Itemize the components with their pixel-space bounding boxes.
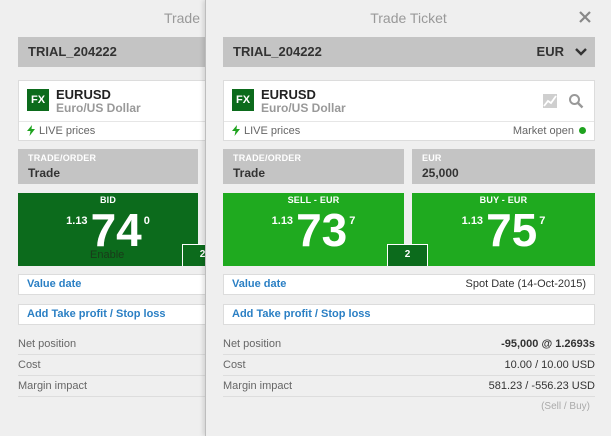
bid-price: 1.1374 0: [18, 207, 198, 253]
trade-order-label: TRADE/ORDER: [233, 153, 302, 163]
price-fraction: 0: [143, 215, 150, 227]
instrument-name: Euro/US Dollar: [56, 101, 141, 115]
price-prefix: 1.13: [461, 215, 484, 227]
price-prefix: 1.13: [271, 215, 294, 227]
net-position-value: -95,000 @ 1.2693s: [501, 334, 595, 355]
price-big-digits: 73: [296, 204, 348, 256]
back-value-date-row[interactable]: Value date: [18, 274, 205, 295]
spread-badge: 2: [387, 244, 428, 266]
account-selector[interactable]: TRIAL_204222 EUR: [223, 37, 595, 67]
amount-value: 25,000: [422, 166, 459, 180]
divider: [224, 121, 594, 122]
net-position-row: Net position -95,000 @ 1.2693s: [223, 334, 595, 355]
trade-ticket-title: Trade Ticket: [370, 10, 447, 26]
close-icon[interactable]: [577, 9, 593, 25]
tp-sl-label: Add Take profit / Stop loss: [232, 308, 371, 320]
price-fraction: 7: [349, 215, 356, 227]
back-account-selector[interactable]: TRIAL_204222: [18, 37, 205, 67]
sell-buy-footnote: (Sell / Buy): [541, 401, 590, 412]
back-cost-row: Cost: [18, 355, 205, 376]
add-tp-sl-link[interactable]: Add Take profit / Stop loss: [223, 304, 595, 325]
account-id: TRIAL_204222: [233, 44, 322, 59]
amount-currency-label: EUR: [422, 153, 442, 163]
instrument-name: Euro/US Dollar: [261, 101, 346, 115]
account-currency: EUR: [536, 44, 564, 59]
value-date-label: Value date: [232, 278, 287, 290]
market-status-label: Market open: [512, 125, 574, 137]
value-date-value: Spot Date (14-Oct-2015): [465, 278, 586, 290]
bid-price-button[interactable]: BID 1.1374 0 Enable: [18, 193, 198, 266]
trade-order-value: Trade: [28, 166, 61, 180]
chart-icon[interactable]: [542, 93, 558, 109]
value-date-row[interactable]: Value date Spot Date (14-Oct-2015): [223, 274, 595, 295]
trade-order-selector[interactable]: TRADE/ORDER Trade: [223, 149, 404, 184]
trade-order-label: TRADE/ORDER: [28, 153, 97, 163]
background-trade-panel: Trade TRIAL_204222 FX EURUSD Euro/US Dol…: [0, 0, 205, 436]
value-date-label: Value date: [27, 278, 82, 290]
margin-impact-label: Margin impact: [223, 380, 293, 392]
sell-price: 1.1373 7: [223, 207, 404, 253]
tp-sl-label: Add Take profit / Stop loss: [27, 308, 166, 320]
lightning-icon: [232, 125, 240, 136]
net-position-label: Net position: [223, 338, 282, 350]
sell-button[interactable]: SELL - EUR 1.1373 7: [223, 193, 404, 266]
back-add-tp-sl-link[interactable]: Add Take profit / Stop loss: [18, 304, 205, 325]
amount-input[interactable]: EUR 25,000: [412, 149, 595, 184]
margin-impact-row: Margin impact 581.23 / -556.23 USD: [223, 376, 595, 397]
fx-badge-icon: FX: [27, 89, 49, 111]
chevron-down-icon: [575, 48, 587, 56]
instrument-symbol: EURUSD: [56, 87, 111, 102]
price-big-digits: 75: [486, 204, 538, 256]
divider: [19, 121, 205, 122]
buy-button[interactable]: BUY - EUR 1.1375 7: [412, 193, 595, 266]
back-spread-badge: 2: [182, 244, 205, 266]
trade-order-value: Trade: [233, 166, 266, 180]
live-prices-indicator: LIVE prices: [232, 125, 300, 137]
margin-impact-value: 581.23 / -556.23 USD: [488, 380, 595, 392]
instrument-card[interactable]: FX EURUSD Euro/US Dollar LIVE prices Mar…: [223, 80, 595, 141]
instrument-symbol: EURUSD: [261, 87, 316, 102]
cost-row: Cost 10.00 / 10.00 USD: [223, 355, 595, 376]
lightning-icon: [27, 125, 35, 136]
trade-ticket-panel: Trade Ticket TRIAL_204222 EUR FX EURUSD …: [205, 0, 611, 436]
live-prices-label: LIVE prices: [244, 125, 301, 137]
back-instrument-card[interactable]: FX EURUSD Euro/US Dollar LIVE prices: [18, 80, 205, 141]
live-prices-indicator: LIVE prices: [27, 125, 95, 137]
live-prices-label: LIVE prices: [39, 125, 96, 137]
price-prefix: 1.13: [66, 215, 88, 227]
enable-label: Enable: [90, 249, 125, 261]
cost-value: 10.00 / 10.00 USD: [504, 359, 595, 371]
search-icon[interactable]: [568, 93, 584, 109]
fx-badge-icon: FX: [232, 89, 254, 111]
back-margin-impact-row: Margin impact: [18, 376, 205, 397]
status-dot-icon: [579, 127, 586, 134]
cost-label: Cost: [223, 359, 246, 371]
net-position-amount: -95,000 @ 1.2693s: [501, 338, 595, 350]
market-status: Market open: [513, 125, 586, 137]
back-net-position-row: Net position: [18, 334, 205, 355]
price-fraction: 7: [539, 215, 546, 227]
back-panel-title: Trade: [163, 10, 200, 26]
back-trade-order-selector[interactable]: TRADE/ORDER Trade: [18, 149, 198, 184]
buy-price: 1.1375 7: [412, 207, 595, 253]
